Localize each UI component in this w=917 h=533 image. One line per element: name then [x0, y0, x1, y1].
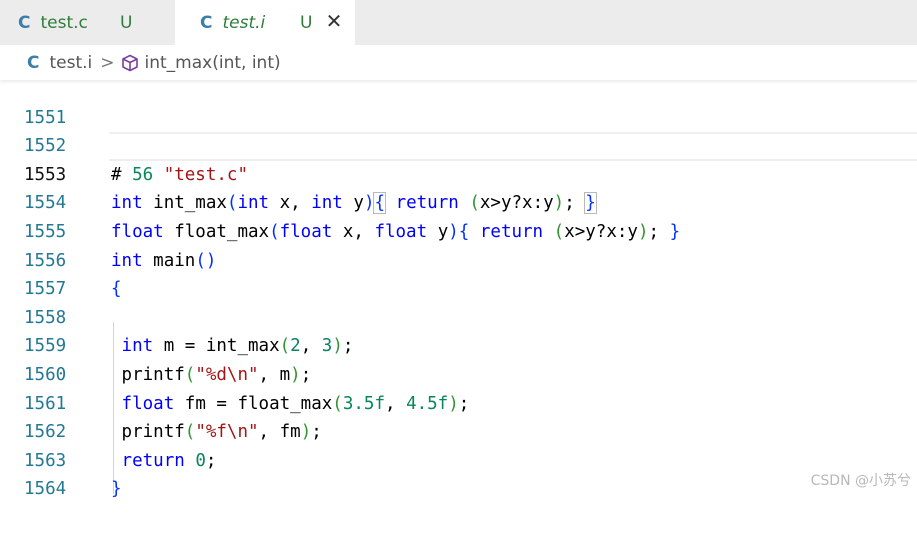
code-line: 1551: [0, 75, 917, 128]
code-editor[interactable]: 1551 1552 # 56 "test.c" 1553 int int_max…: [0, 75, 917, 500]
code-line: 1557: [0, 247, 917, 299]
code-line: 1564: [0, 447, 917, 499]
tab-test-c[interactable]: C test.c U: [0, 0, 175, 45]
line-number: 1564: [24, 479, 67, 500]
code-line: 1556 {: [0, 218, 917, 300]
chevron-right-icon: >: [100, 52, 115, 73]
code-line: 1555 int main(): [0, 189, 917, 271]
code-line: 1562 return 0;: [0, 390, 917, 471]
tab-bar: C test.c U C test.i U ✕: [0, 0, 917, 45]
untracked-status: U: [120, 12, 133, 33]
c-language-icon: C: [200, 12, 213, 33]
code-line: 1561 printf("%f\n", fm);: [0, 361, 917, 443]
code-line: 1558 int m = int_max(2, 3);: [0, 275, 917, 357]
breadcrumb-symbol[interactable]: int_max(int, int): [145, 53, 281, 73]
code-line: 1559 printf("%d\n", m);: [0, 304, 917, 385]
c-language-icon: C: [27, 52, 40, 73]
breadcrumb-file[interactable]: test.i: [49, 53, 92, 73]
close-icon[interactable]: ✕: [323, 10, 345, 32]
cube-icon: [121, 54, 139, 72]
code-line-current: 1553 int int_max(int x, int y){ return (…: [0, 132, 917, 215]
code-line: 1563 }: [0, 418, 917, 500]
c-language-icon: C: [18, 12, 31, 33]
untracked-status: U: [300, 12, 313, 33]
tab-label: test.c: [40, 12, 88, 33]
tab-label: test.i: [222, 12, 266, 33]
code-line: 1554 float float_max(float x, float y){ …: [0, 161, 917, 242]
watermark: CSDN @小苏兮: [810, 473, 911, 489]
code-text: }: [111, 479, 122, 500]
tab-test-i[interactable]: C test.i U ✕: [175, 0, 355, 45]
code-line: 1560 float fm = float_max(3.5f, 4.5f);: [0, 332, 917, 414]
code-line: 1552 # 56 "test.c": [0, 104, 917, 185]
